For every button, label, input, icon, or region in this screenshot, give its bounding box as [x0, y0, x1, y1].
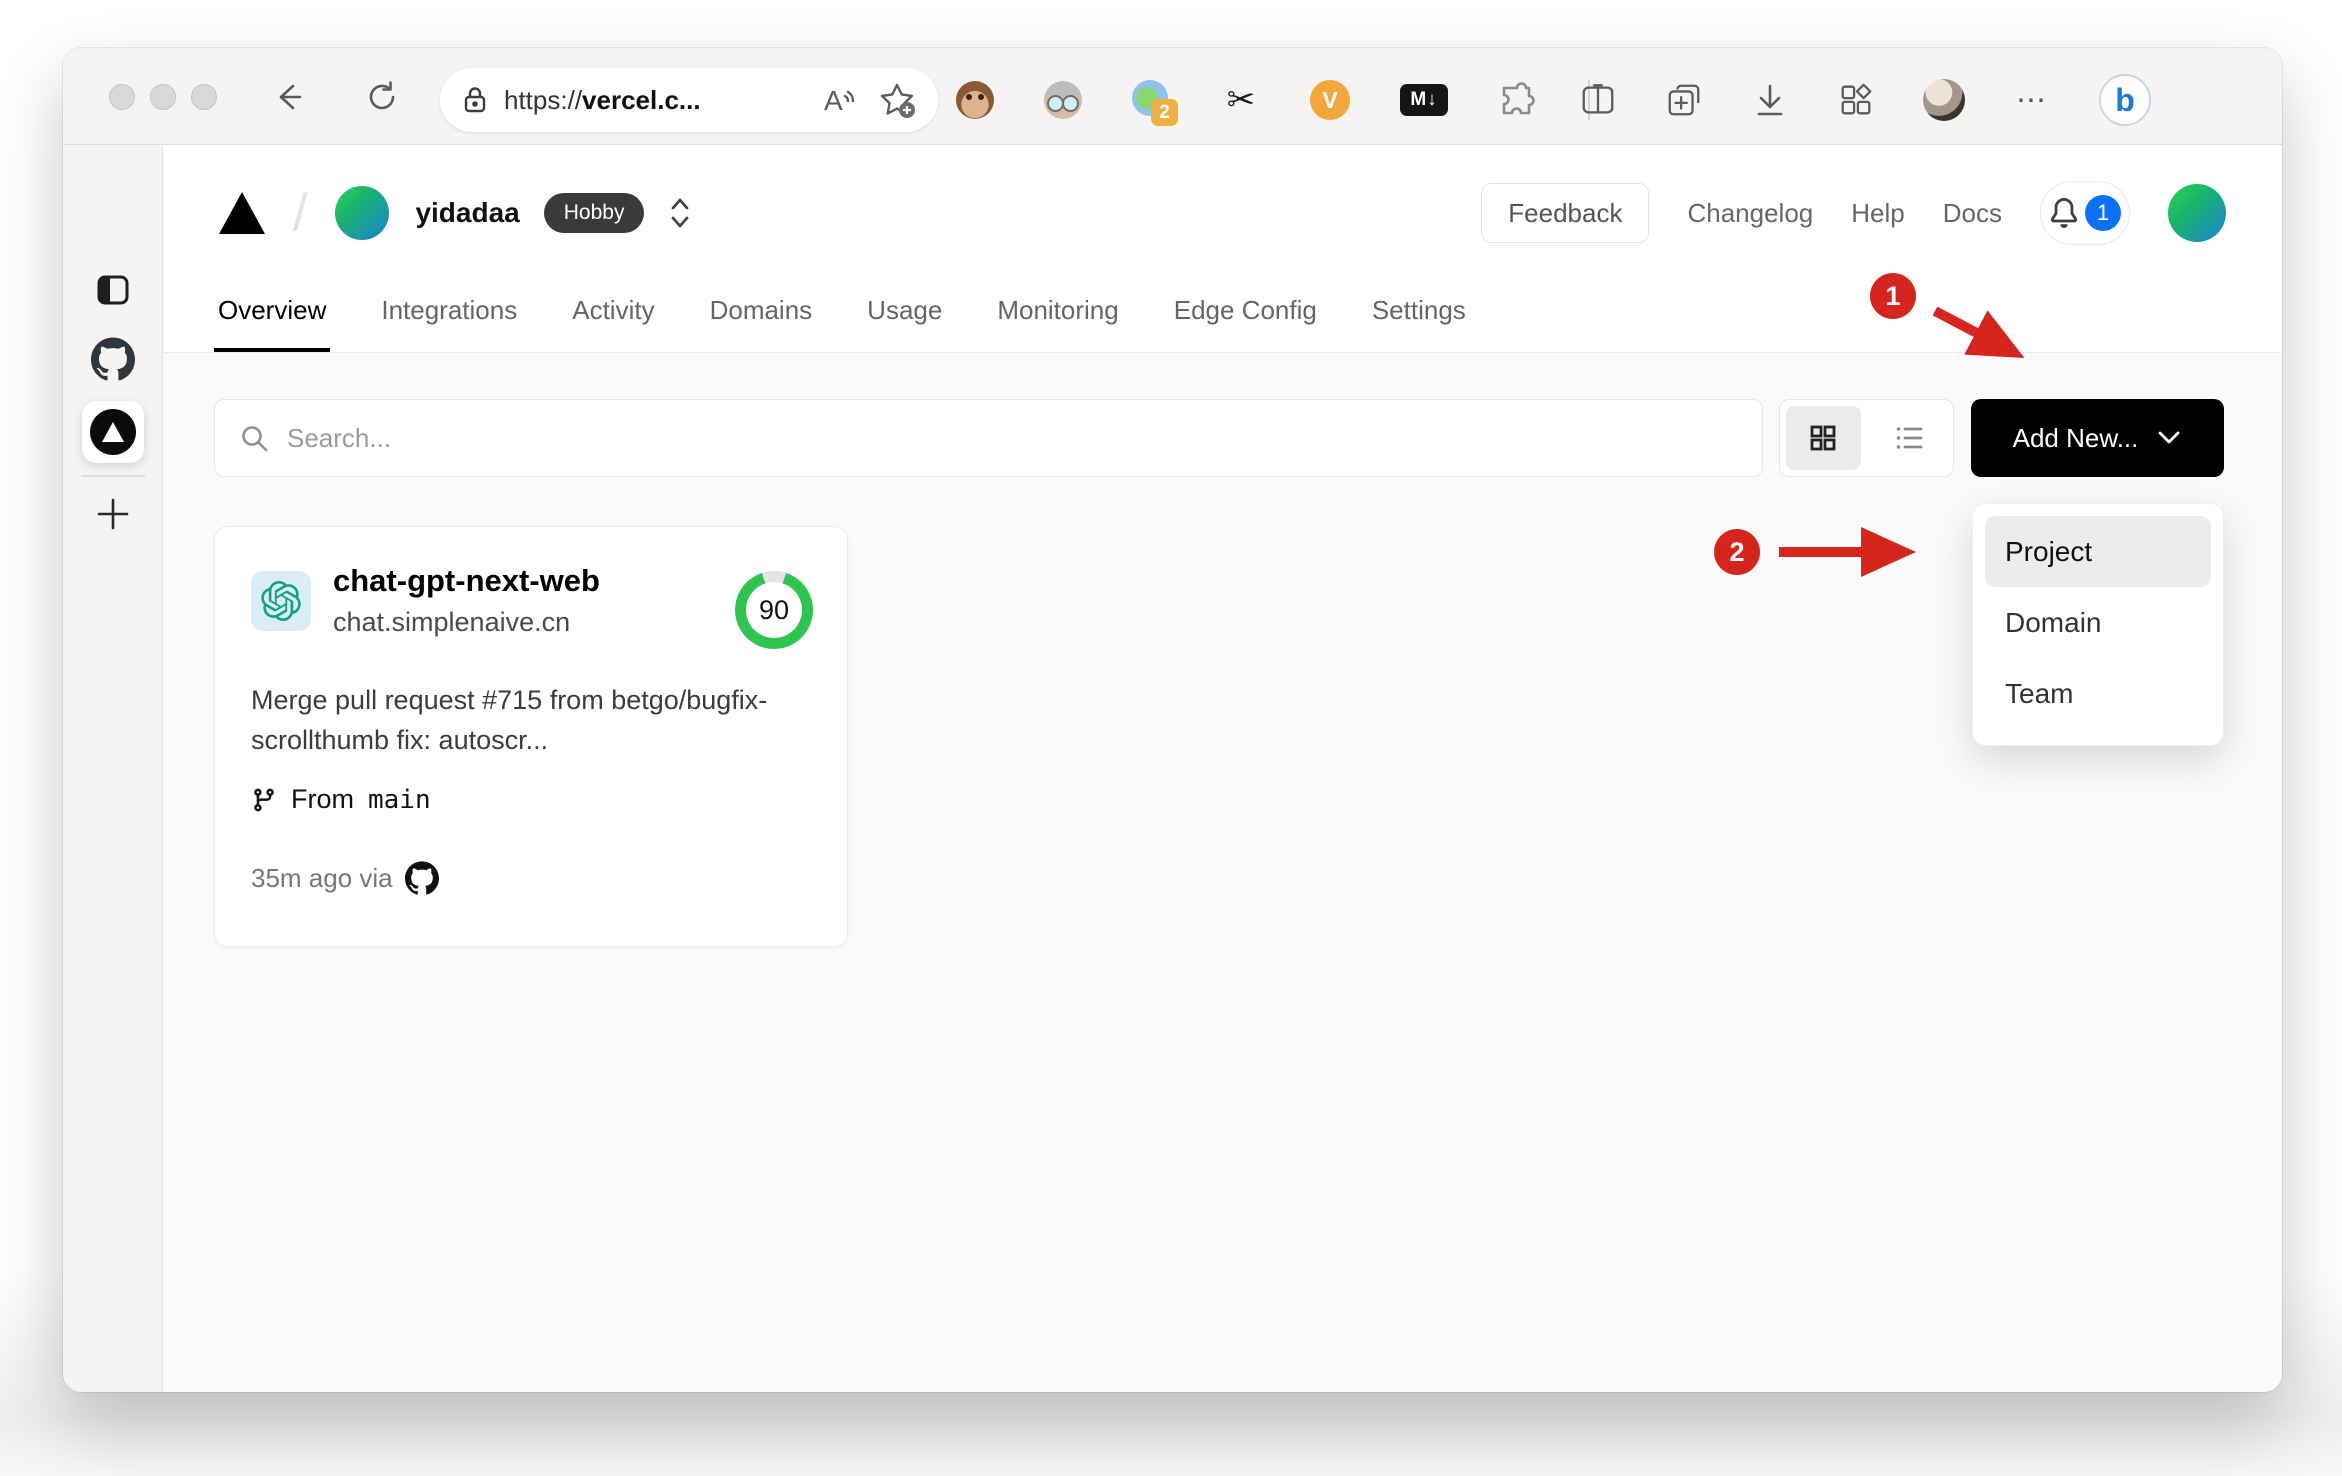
grid-view-icon: [1810, 425, 1836, 451]
reload-button[interactable]: [363, 78, 401, 116]
project-name[interactable]: chat-gpt-next-web: [333, 563, 600, 599]
search-icon: [242, 426, 268, 452]
dashboard-tabs: Overview Integrations Activity Domains U…: [214, 295, 1470, 352]
granny-extension-icon[interactable]: [1044, 81, 1082, 119]
bell-icon: [2050, 198, 2078, 228]
tab-edge-config[interactable]: Edge Config: [1170, 295, 1321, 352]
extension-count-badge: 2: [1151, 99, 1178, 126]
nav-docs[interactable]: Docs: [1943, 198, 2002, 229]
team-switcher-chevrons-icon[interactable]: [668, 196, 692, 230]
menu-item-team[interactable]: Team: [1985, 658, 2211, 729]
score-value: 90: [758, 594, 790, 625]
project-card[interactable]: chat-gpt-next-web chat.simplenaive.cn 90…: [214, 526, 848, 947]
zoom-window-button[interactable]: [191, 84, 217, 110]
browser-tab-sidebar: [63, 145, 163, 1392]
read-aloud-icon[interactable]: A: [818, 82, 862, 118]
tab-settings[interactable]: Settings: [1368, 295, 1470, 352]
github-source-icon: [404, 861, 439, 895]
downloads-icon[interactable]: [1751, 81, 1789, 119]
tampermonkey-extension-icon[interactable]: [956, 81, 994, 119]
v-proxy-extension-icon[interactable]: V: [1310, 80, 1350, 120]
search-box: [214, 399, 1763, 477]
openai-icon: [261, 580, 301, 621]
browser-tab-github[interactable]: [63, 337, 163, 381]
add-new-label: Add New...: [2012, 422, 2139, 453]
browser-window: https://vercel.c... A 2 ✂ V M↓ ⋯ b / yid…: [63, 48, 2282, 1392]
circle-extension-icon[interactable]: 2: [1132, 80, 1178, 126]
svg-text:A: A: [824, 85, 843, 116]
apps-launcher-icon[interactable]: [1837, 81, 1875, 119]
tab-monitoring[interactable]: Monitoring: [993, 295, 1122, 352]
vercel-logo[interactable]: [219, 192, 265, 234]
bing-chat-icon[interactable]: b: [2099, 74, 2151, 126]
reload-icon: [369, 81, 395, 110]
breadcrumb-slash: /: [293, 184, 308, 242]
browser-profile-avatar[interactable]: [1923, 79, 1965, 121]
menu-item-domain[interactable]: Domain: [1985, 587, 2211, 658]
tab-domains[interactable]: Domains: [706, 295, 817, 352]
plan-badge: Hobby: [543, 193, 645, 233]
traffic-lights: [109, 84, 217, 110]
deploy-meta: 35m ago via: [251, 862, 393, 893]
close-window-button[interactable]: [109, 84, 135, 110]
tab-overview[interactable]: Overview: [214, 295, 331, 352]
team-name[interactable]: yidadaa: [415, 197, 519, 229]
search-input[interactable]: [287, 422, 1762, 454]
github-icon: [91, 337, 135, 381]
nav-changelog[interactable]: Changelog: [1687, 198, 1813, 229]
annotation-step-2: 2: [1714, 529, 1760, 575]
vercel-favicon: [90, 409, 136, 455]
tab-usage[interactable]: Usage: [863, 295, 946, 352]
markdown-download-extension-icon[interactable]: M↓: [1400, 84, 1448, 116]
chevron-down-icon: [2158, 431, 2180, 444]
view-toggle: [1779, 399, 1954, 477]
url-text: https://vercel.c...: [504, 84, 701, 115]
branch-name: main: [368, 784, 431, 815]
sidebar-panel-icon: [97, 275, 129, 305]
nav-help[interactable]: Help: [1851, 198, 1904, 229]
grid-view-button[interactable]: [1786, 406, 1861, 470]
list-view-icon: [1896, 427, 1923, 449]
back-button[interactable]: [269, 78, 307, 116]
vercel-header: / yidadaa Hobby Feedback Changelog Help …: [163, 145, 2282, 353]
project-domain[interactable]: chat.simplenaive.cn: [333, 607, 600, 638]
user-avatar[interactable]: [2168, 184, 2226, 242]
team-avatar: [335, 186, 390, 240]
split-screen-icon[interactable]: [1579, 81, 1617, 119]
feedback-button[interactable]: Feedback: [1481, 183, 1650, 243]
extensions-puzzle-icon[interactable]: [1498, 81, 1536, 119]
scissors-extension-icon[interactable]: ✂: [1222, 81, 1260, 119]
list-view-button[interactable]: [1873, 406, 1948, 470]
commit-message: Merge pull request #715 from betgo/bugfi…: [251, 685, 768, 755]
add-new-dropdown: Project Domain Team: [1972, 503, 2224, 746]
project-avatar: [251, 570, 311, 631]
back-arrow-icon: [279, 84, 302, 110]
sidebar-divider: [81, 475, 145, 477]
active-tab-tile: [82, 401, 144, 463]
more-menu-icon[interactable]: ⋯: [2013, 81, 2051, 119]
git-branch-icon: [254, 788, 274, 811]
branch-prefix: From: [291, 784, 354, 814]
minimize-window-button[interactable]: [150, 84, 176, 110]
plus-icon: [97, 498, 129, 530]
notification-count-badge: 1: [2085, 195, 2121, 231]
lighthouse-score-ring: 90: [735, 571, 813, 649]
annotation-step-1: 1: [1870, 273, 1916, 319]
menu-item-project[interactable]: Project: [1985, 516, 2211, 587]
new-tab-button[interactable]: [63, 495, 163, 533]
notifications-button[interactable]: 1: [2040, 181, 2130, 245]
tab-activity[interactable]: Activity: [568, 295, 658, 352]
browser-titlebar: https://vercel.c... A 2 ✂ V M↓ ⋯ b: [63, 48, 2282, 145]
address-bar[interactable]: https://vercel.c... A: [440, 68, 938, 132]
page-content: / yidadaa Hobby Feedback Changelog Help …: [163, 145, 2282, 1392]
browser-tab-vercel-active[interactable]: [63, 401, 163, 463]
tab-integrations[interactable]: Integrations: [377, 295, 521, 352]
lock-icon: [464, 87, 486, 113]
tab-actions-button[interactable]: [63, 273, 163, 307]
add-favorite-star-icon[interactable]: [876, 80, 918, 120]
add-new-button[interactable]: Add New...: [1971, 399, 2224, 477]
collections-icon[interactable]: [1665, 81, 1703, 119]
